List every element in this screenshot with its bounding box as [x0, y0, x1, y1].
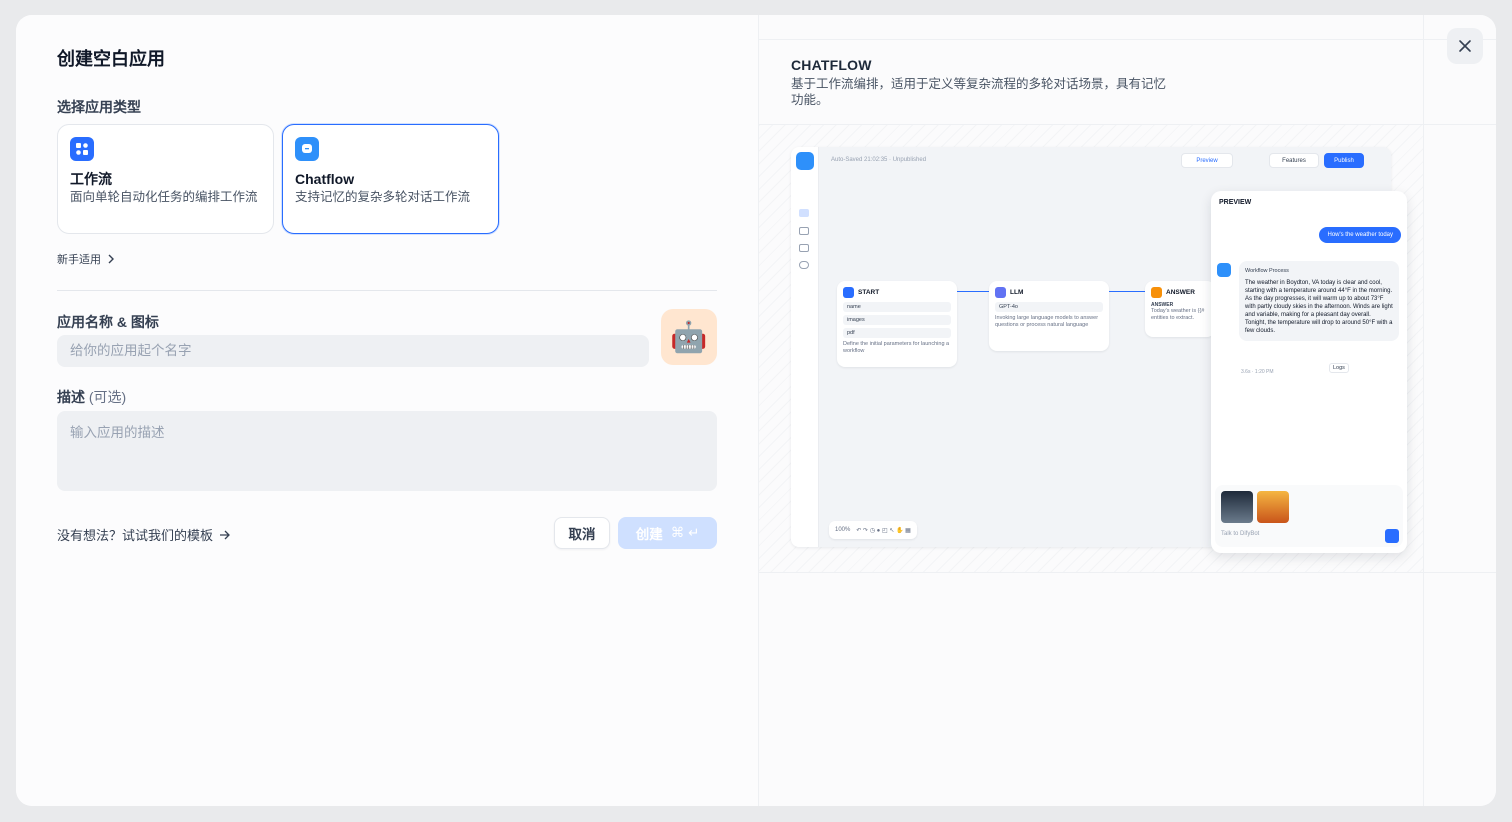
image-thumbnail	[1257, 491, 1289, 523]
answer-node-title: ANSWER	[1166, 289, 1195, 296]
mock-llm-node: LLM GPT-4o Invoking large language model…	[989, 281, 1109, 351]
type-card-title: 工作流	[70, 171, 112, 187]
create-button[interactable]: 创建 ⌘ ↵	[618, 517, 717, 549]
close-button[interactable]	[1447, 28, 1483, 64]
grid-line	[759, 572, 1496, 573]
chat-input-placeholder: Talk to DifyBot	[1221, 531, 1260, 537]
chatflow-icon	[295, 137, 319, 161]
form-panel: 创建空白应用 选择应用类型 工作流 面向单轮自动化任务的编排工作流 Chatfl…	[16, 15, 758, 806]
mock-answer-node: ANSWER ANSWER Today's weather is {{# ent…	[1145, 281, 1215, 337]
type-card-desc: 面向单轮自动化任务的编排工作流	[70, 190, 258, 204]
mock-nav-icon	[799, 244, 809, 252]
message-meta: 3.6s · 1:20 PM	[1241, 369, 1274, 375]
answer-desc-2: entities to extract.	[1151, 315, 1195, 321]
bot-message: Workflow Process The weather in Boydton,…	[1239, 261, 1399, 341]
start-icon	[843, 287, 854, 298]
mock-chat-input: Talk to DifyBot	[1215, 485, 1403, 547]
edge	[1109, 291, 1145, 292]
cancel-button[interactable]: 取消	[554, 517, 610, 549]
answer-icon	[1151, 287, 1162, 298]
type-card-chatflow[interactable]: Chatflow 支持记忆的复杂多轮对话工作流	[282, 124, 499, 234]
llm-icon	[995, 287, 1006, 298]
beginner-toggle[interactable]: 新手适用	[57, 251, 115, 267]
create-app-dialog: 创建空白应用 选择应用类型 工作流 面向单轮自动化任务的编排工作流 Chatfl…	[16, 15, 1496, 806]
app-type-label: 选择应用类型	[57, 99, 141, 115]
mock-zoom: 100%	[835, 527, 851, 533]
mock-tool-dots: ↶ ↷ ◷ ● ◰ ↖ ✋ ▦	[856, 527, 911, 534]
start-field: name	[843, 302, 951, 312]
close-icon	[1459, 40, 1471, 52]
chat-title: PREVIEW	[1219, 199, 1252, 206]
bot-avatar-icon	[1217, 263, 1231, 277]
image-thumbnail	[1221, 491, 1253, 523]
mock-sidebar	[791, 147, 819, 547]
user-message: How's the weather today	[1319, 227, 1401, 243]
type-card-workflow[interactable]: 工作流 面向单轮自动化任务的编排工作流	[57, 124, 274, 234]
mock-autosave: Auto-Saved 21:02:35 · Unpublished	[831, 157, 927, 163]
description-label: 描述 (可选)	[57, 387, 126, 407]
mock-canvas-toolbar: 100% ↶ ↷ ◷ ● ◰ ↖ ✋ ▦	[829, 521, 917, 539]
divider	[57, 290, 717, 291]
grid-line	[1423, 15, 1424, 806]
beginner-label: 新手适用	[57, 254, 101, 266]
app-icon-picker[interactable]: 🤖	[661, 309, 717, 365]
edge	[957, 291, 989, 292]
chevron-right-icon	[108, 254, 114, 264]
mock-publish-button: Publish	[1324, 153, 1364, 168]
shortcut-hint: ⌘ ↵	[670, 525, 700, 540]
bot-icon	[796, 152, 814, 170]
llm-model: GPT-4o	[995, 302, 1103, 312]
mock-nav-icon	[799, 227, 809, 235]
answer-desc: Today's weather is {{#	[1151, 308, 1205, 314]
llm-node-desc: Invoking large language models to answer…	[995, 315, 1099, 328]
create-label: 创建	[635, 527, 663, 542]
app-name-label: 应用名称 & 图标	[57, 314, 159, 330]
preview-description: 基于工作流编排，适用于定义等复杂流程的多轮对话场景，具有记忆功能。	[791, 77, 1167, 107]
start-field: pdf	[843, 328, 951, 338]
mock-nav-icon	[799, 261, 809, 269]
mock-chat-panel: PREVIEW How's the weather today Workflow…	[1211, 191, 1407, 553]
description-label-text: 描述	[57, 389, 85, 405]
grid-line	[759, 39, 1496, 40]
mock-nav-icon	[799, 209, 809, 217]
arrow-right-icon	[220, 530, 230, 539]
send-icon	[1385, 529, 1399, 543]
mock-preview-button: Preview	[1181, 153, 1233, 168]
app-name-input[interactable]: 给你的应用起个名字	[57, 335, 649, 367]
start-field: images	[843, 315, 951, 325]
bot-message-text: The weather in Boydton, VA today is clea…	[1245, 280, 1393, 334]
workflow-icon	[70, 137, 94, 161]
template-link-text: 没有想法？试试我们的模板	[57, 528, 214, 543]
llm-node-title: LLM	[1010, 289, 1024, 296]
type-card-desc: 支持记忆的复杂多轮对话工作流	[295, 190, 471, 204]
start-node-title: START	[858, 289, 880, 296]
preview-panel: CHATFLOW 基于工作流编排，适用于定义等复杂流程的多轮对话场景，具有记忆功…	[758, 15, 1496, 806]
start-node-desc: Define the initial parameters for launch…	[843, 341, 950, 354]
type-card-title: Chatflow	[295, 171, 355, 187]
workflow-process: Workflow Process	[1245, 268, 1289, 274]
preview-title: CHATFLOW	[791, 57, 872, 73]
template-link[interactable]: 没有想法？试试我们的模板	[57, 525, 231, 544]
optional-hint: (可选)	[88, 389, 127, 405]
mock-features-button: Features	[1269, 153, 1319, 168]
robot-icon: 🤖	[670, 320, 708, 354]
description-textarea[interactable]: 输入应用的描述	[57, 411, 717, 491]
logs-button: Logs	[1329, 363, 1349, 373]
dialog-title: 创建空白应用	[57, 49, 165, 69]
mock-start-node: START name images pdf Define the initial…	[837, 281, 957, 367]
